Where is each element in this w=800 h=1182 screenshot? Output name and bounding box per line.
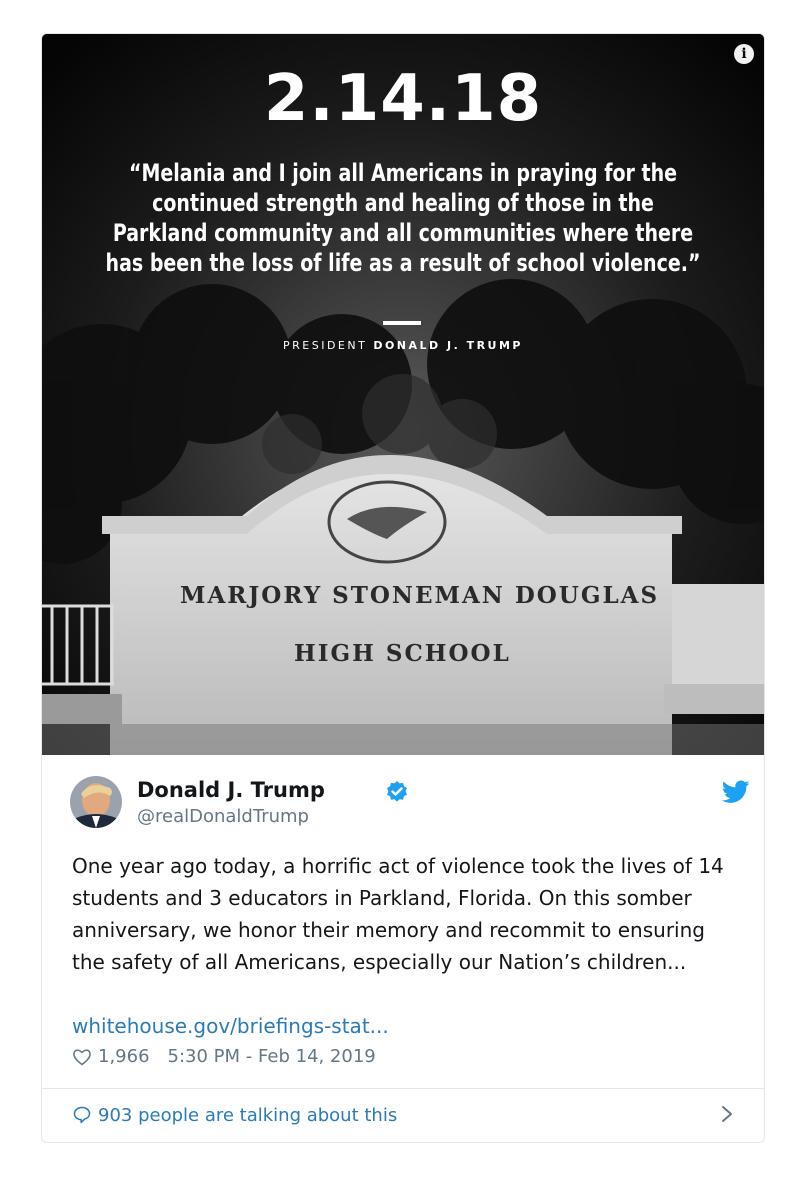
tweet-link[interactable]: whitehouse.gov/briefings-stat... xyxy=(72,1010,389,1042)
media-date: 2.14.18 xyxy=(263,62,543,136)
media-quote: “Melania and I join all Americans in pra… xyxy=(105,159,701,277)
tweet-card: MARJORY STONEMAN DOUGLAS HIGH SCHOOL i 2… xyxy=(41,33,765,1143)
tweet-meta: 1,966 5:30 PM - Feb 14, 2019 xyxy=(72,1046,376,1067)
author-handle[interactable]: @realDonaldTrump xyxy=(137,806,309,827)
talking-about-link[interactable]: 903 people are talking about this xyxy=(72,1102,734,1128)
twitter-bird-icon[interactable] xyxy=(722,780,750,804)
media-attribution: PRESIDENT DONALD J. TRUMP xyxy=(42,339,764,352)
avatar[interactable] xyxy=(70,776,122,828)
author-name[interactable]: Donald J. Trump xyxy=(137,778,325,802)
school-sign-name: MARJORY STONEMAN DOUGLAS xyxy=(180,582,660,609)
quote-divider xyxy=(383,321,421,325)
tweet-media-image[interactable]: MARJORY STONEMAN DOUGLAS HIGH SCHOOL i 2… xyxy=(42,34,764,755)
heart-icon[interactable] xyxy=(72,1047,92,1067)
attribution-prefix: PRESIDENT xyxy=(282,339,374,352)
comment-bubble-icon xyxy=(73,1106,91,1124)
attribution-name: DONALD J. TRUMP xyxy=(373,339,523,352)
like-count[interactable]: 1,966 xyxy=(98,1046,150,1067)
tweet-timestamp[interactable]: 5:30 PM - Feb 14, 2019 xyxy=(168,1046,376,1067)
tweet-header: Donald J. Trump @realDonaldTrump xyxy=(70,776,750,832)
verified-badge-icon xyxy=(387,781,407,802)
school-sign-subtitle: HIGH SCHOOL xyxy=(294,640,511,667)
talking-about-text: 903 people are talking about this xyxy=(98,1104,398,1126)
divider xyxy=(42,1088,764,1089)
info-icon[interactable]: i xyxy=(734,44,754,64)
tweet-text: One year ago today, a horrific act of vi… xyxy=(72,854,724,974)
chevron-right-icon[interactable] xyxy=(720,1104,734,1124)
